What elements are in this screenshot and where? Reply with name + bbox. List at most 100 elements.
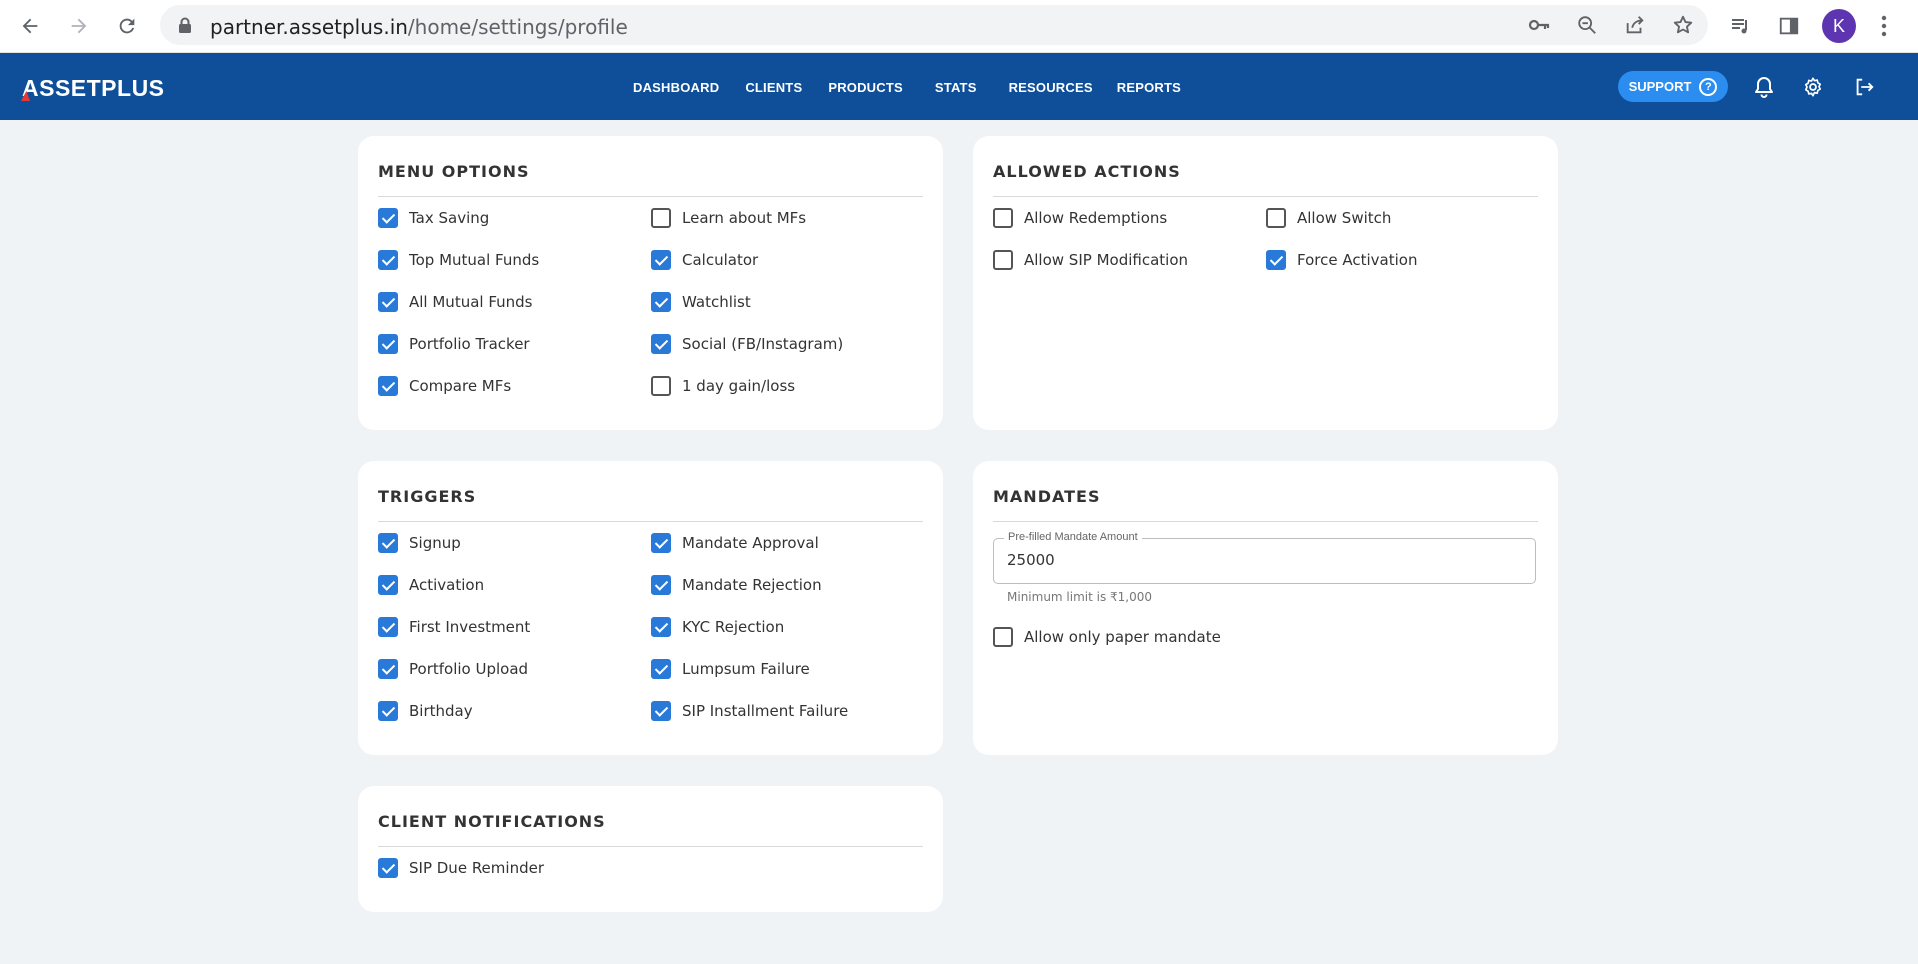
checkbox-box[interactable] [651, 659, 671, 679]
back-icon[interactable] [14, 10, 46, 42]
checkbox-label: Learn about MFs [682, 209, 807, 227]
checkbox-box[interactable] [651, 250, 671, 270]
mandate-hint: Minimum limit is ₹1,000 [1007, 590, 1153, 604]
checkbox-box[interactable] [378, 858, 398, 878]
nav-products[interactable]: PRODUCTS [828, 80, 903, 95]
bell-icon[interactable] [1752, 75, 1776, 99]
checkbox-box[interactable] [378, 334, 398, 354]
checkbox-lumpsum-failure[interactable]: Lumpsum Failure [651, 659, 810, 679]
checkbox-box[interactable] [378, 250, 398, 270]
key-icon[interactable] [1527, 13, 1551, 37]
checkbox-box[interactable] [993, 208, 1013, 228]
checkbox-box[interactable] [651, 575, 671, 595]
nav-clients[interactable]: CLIENTS [745, 80, 802, 95]
assetplus-logo[interactable]: ASSETPLUS [22, 75, 165, 102]
checkbox-box[interactable] [378, 292, 398, 312]
checkbox-allow-only-paper-mandate[interactable]: Allow only paper mandate [993, 627, 1221, 647]
divider [378, 196, 923, 197]
checkbox-box[interactable] [378, 208, 398, 228]
checkbox-box[interactable] [651, 334, 671, 354]
mandates-card: MANDATES Pre-filled Mandate Amount Minim… [973, 461, 1558, 755]
checkbox-box[interactable] [993, 627, 1013, 647]
checkbox-social[interactable]: Social (FB/Instagram) [651, 334, 843, 354]
checkbox-force-activation[interactable]: Force Activation [1266, 250, 1417, 270]
checkbox-label: Mandate Approval [682, 534, 819, 552]
checkbox-all-mutual-funds[interactable]: All Mutual Funds [378, 292, 533, 312]
checkbox-label: Top Mutual Funds [409, 251, 540, 269]
checkbox-1-day-gain-loss[interactable]: 1 day gain/loss [651, 376, 795, 396]
nav-dashboard[interactable]: DASHBOARD [633, 80, 719, 95]
checkbox-box[interactable] [993, 250, 1013, 270]
more-vert-icon[interactable] [1870, 12, 1898, 40]
checkbox-allow-sip-modification[interactable]: Allow SIP Modification [993, 250, 1188, 270]
checkbox-mandate-rejection[interactable]: Mandate Rejection [651, 575, 822, 595]
allowed-actions-card: ALLOWED ACTIONS Allow Redemptions Allow … [973, 136, 1558, 430]
nav-reports[interactable]: REPORTS [1117, 80, 1181, 95]
checkbox-tax-saving[interactable]: Tax Saving [378, 208, 489, 228]
nav-stats[interactable]: STATS [935, 80, 977, 95]
reload-icon[interactable] [111, 10, 143, 42]
checkbox-box[interactable] [1266, 250, 1286, 270]
mandate-amount-input[interactable] [1007, 551, 1507, 569]
checkbox-portfolio-tracker[interactable]: Portfolio Tracker [378, 334, 530, 354]
url-text: partner.assetplus.in/home/settings/profi… [210, 15, 628, 39]
checkbox-box[interactable] [378, 701, 398, 721]
checkbox-signup[interactable]: Signup [378, 533, 461, 553]
checkbox-box[interactable] [378, 659, 398, 679]
checkbox-box[interactable] [651, 292, 671, 312]
checkbox-allow-redemptions[interactable]: Allow Redemptions [993, 208, 1167, 228]
share-icon[interactable] [1623, 13, 1647, 37]
checkbox-box[interactable] [651, 376, 671, 396]
checkbox-box[interactable] [651, 208, 671, 228]
gear-icon[interactable] [1801, 75, 1825, 99]
checkbox-label: Watchlist [682, 293, 751, 311]
checkbox-box[interactable] [378, 575, 398, 595]
checkbox-box[interactable] [651, 617, 671, 637]
checkbox-birthday[interactable]: Birthday [378, 701, 473, 721]
nav-resources[interactable]: RESOURCES [1009, 80, 1093, 95]
checkbox-box[interactable] [378, 376, 398, 396]
forward-icon[interactable] [63, 10, 95, 42]
triggers-card: TRIGGERS Signup Activation First Investm… [358, 461, 943, 755]
checkbox-learn-about-mfs[interactable]: Learn about MFs [651, 208, 806, 228]
card-title: CLIENT NOTIFICATIONS [378, 812, 606, 831]
checkbox-label: Allow only paper mandate [1024, 628, 1221, 646]
checkbox-box[interactable] [651, 701, 671, 721]
checkbox-portfolio-upload[interactable]: Portfolio Upload [378, 659, 528, 679]
checkbox-allow-switch[interactable]: Allow Switch [1266, 208, 1391, 228]
checkbox-label: Allow SIP Modification [1024, 251, 1188, 269]
support-button[interactable]: SUPPORT ? [1618, 71, 1728, 102]
checkbox-first-investment[interactable]: First Investment [378, 617, 530, 637]
checkbox-label: KYC Rejection [682, 618, 785, 636]
star-icon[interactable] [1671, 13, 1695, 37]
checkbox-box[interactable] [1266, 208, 1286, 228]
checkbox-box[interactable] [651, 533, 671, 553]
checkbox-kyc-rejection[interactable]: KYC Rejection [651, 617, 784, 637]
address-bar[interactable]: partner.assetplus.in/home/settings/profi… [160, 5, 1708, 45]
checkbox-watchlist[interactable]: Watchlist [651, 292, 751, 312]
zoom-icon[interactable] [1575, 13, 1599, 37]
media-icon[interactable] [1727, 12, 1755, 40]
profile-avatar[interactable]: K [1822, 9, 1856, 43]
checkbox-calculator[interactable]: Calculator [651, 250, 758, 270]
checkbox-label: Activation [409, 576, 485, 594]
checkbox-box[interactable] [378, 617, 398, 637]
checkbox-label: First Investment [409, 618, 531, 636]
checkbox-box[interactable] [378, 533, 398, 553]
checkbox-compare-mfs[interactable]: Compare MFs [378, 376, 511, 396]
logout-icon[interactable] [1852, 75, 1876, 99]
side-panel-icon[interactable] [1775, 12, 1803, 40]
card-title: ALLOWED ACTIONS [993, 162, 1181, 181]
checkbox-sip-installment-failure[interactable]: SIP Installment Failure [651, 701, 848, 721]
app-header: ASSETPLUS DASHBOARD CLIENTS PRODUCTS STA… [0, 53, 1918, 120]
lock-icon [178, 17, 192, 38]
mandate-amount-field[interactable]: Pre-filled Mandate Amount [993, 531, 1536, 584]
checkbox-activation[interactable]: Activation [378, 575, 484, 595]
checkbox-sip-due-reminder[interactable]: SIP Due Reminder [378, 858, 544, 878]
main-nav: DASHBOARD CLIENTS PRODUCTS STATS RESOURC… [633, 80, 1207, 95]
divider [378, 521, 923, 522]
checkbox-top-mutual-funds[interactable]: Top Mutual Funds [378, 250, 539, 270]
checkbox-mandate-approval[interactable]: Mandate Approval [651, 533, 819, 553]
support-label: SUPPORT [1628, 79, 1692, 94]
checkbox-label: Birthday [409, 702, 473, 720]
